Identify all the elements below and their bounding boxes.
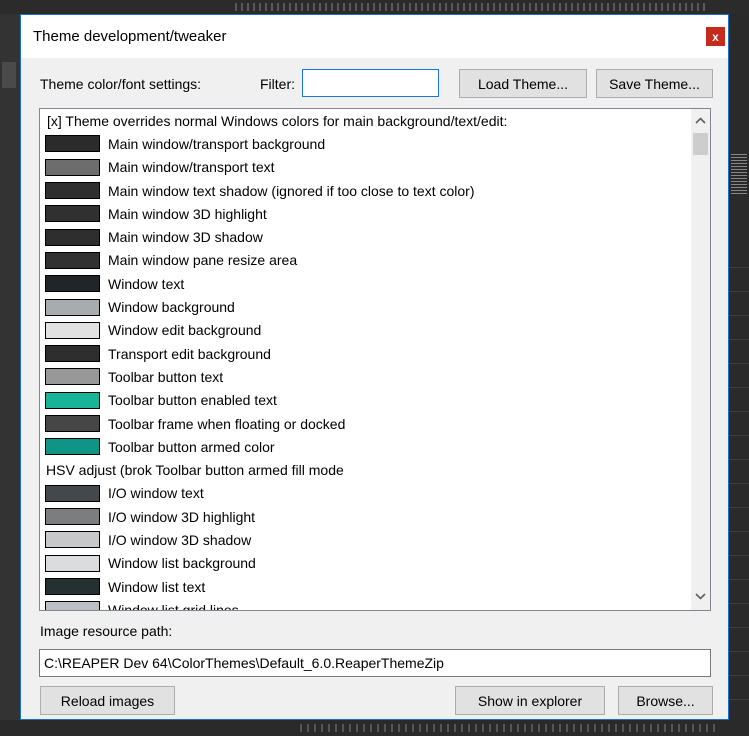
list-item[interactable]: Toolbar button armed color: [40, 435, 691, 458]
color-swatch[interactable]: [45, 345, 100, 363]
list-item[interactable]: Toolbar frame when floating or docked: [40, 412, 691, 435]
theme-color-list[interactable]: [x] Theme overrides normal Windows color…: [39, 108, 711, 611]
list-item-label: Main window 3D shadow: [108, 229, 263, 246]
list-item[interactable]: Main window text shadow (ignored if too …: [40, 179, 691, 202]
filter-input[interactable]: [302, 69, 439, 97]
close-button[interactable]: x: [706, 27, 725, 46]
load-theme-button[interactable]: Load Theme...: [459, 69, 587, 98]
list-item[interactable]: Main window/transport text: [40, 156, 691, 179]
filter-label: Filter:: [260, 76, 295, 92]
list-item-label: Window text: [108, 275, 185, 292]
list-item-label: Main window/transport text: [108, 159, 275, 176]
list-item-label: Toolbar button armed color: [108, 438, 275, 455]
color-swatch[interactable]: [45, 182, 100, 200]
theme-color-list-items: [x] Theme overrides normal Windows color…: [40, 109, 691, 611]
image-path-label: Image resource path:: [40, 623, 173, 639]
color-swatch[interactable]: [45, 251, 100, 269]
list-item[interactable]: HSV adjust (brok Toolbar button armed fi…: [40, 458, 691, 481]
list-item-label: I/O window 3D highlight: [108, 508, 256, 525]
list-item[interactable]: Main window 3D highlight: [40, 202, 691, 225]
save-theme-button[interactable]: Save Theme...: [596, 69, 713, 98]
list-item[interactable]: Main window/transport background: [40, 132, 691, 155]
list-item-label: Toolbar button text: [108, 368, 224, 385]
color-swatch[interactable]: [45, 578, 100, 596]
list-item-label: Main window 3D highlight: [108, 205, 267, 222]
list-item-label: HSV adjust (brok Toolbar button armed fi…: [46, 462, 344, 479]
list-item-label: Window list grid lines: [108, 601, 239, 611]
list-item-label: Window background: [108, 299, 235, 316]
window-title: Theme development/tweaker: [33, 28, 227, 45]
settings-label: Theme color/font settings:: [40, 76, 202, 92]
background-right-panel: [729, 14, 749, 736]
list-item[interactable]: Window text: [40, 272, 691, 295]
color-swatch[interactable]: [45, 368, 100, 386]
chevron-down-icon: [695, 593, 706, 600]
list-item-label: [x] Theme overrides normal Windows color…: [47, 112, 508, 129]
list-item-label: Main window text shadow (ignored if too …: [108, 182, 475, 199]
list-item-label: I/O window text: [108, 485, 204, 502]
color-swatch[interactable]: [45, 135, 100, 153]
chevron-up-icon: [695, 117, 706, 124]
list-item[interactable]: Toolbar button text: [40, 365, 691, 388]
list-item[interactable]: Window list text: [40, 575, 691, 598]
browse-button[interactable]: Browse...: [618, 686, 713, 715]
list-item-label: Main window/transport background: [108, 135, 326, 152]
color-swatch[interactable]: [45, 158, 100, 176]
color-swatch[interactable]: [45, 321, 100, 339]
list-item-label: Toolbar button enabled text: [108, 392, 277, 409]
list-item[interactable]: Main window 3D shadow: [40, 225, 691, 248]
list-item-label: Main window pane resize area: [108, 252, 298, 269]
color-swatch[interactable]: [45, 484, 100, 502]
list-item-label: Toolbar frame when floating or docked: [108, 415, 346, 432]
image-path-input[interactable]: [39, 649, 711, 677]
background-waveform: [731, 154, 747, 194]
list-scrollbar[interactable]: [691, 109, 710, 610]
list-item[interactable]: Window list grid lines: [40, 598, 691, 611]
list-item-label: Transport edit background: [108, 345, 271, 362]
list-item[interactable]: I/O window text: [40, 482, 691, 505]
scroll-thumb[interactable]: [693, 133, 708, 155]
list-item[interactable]: Window background: [40, 295, 691, 318]
color-swatch[interactable]: [45, 554, 100, 572]
show-in-explorer-button[interactable]: Show in explorer: [455, 686, 605, 715]
title-bar[interactable]: Theme development/tweaker x: [21, 15, 728, 58]
color-swatch[interactable]: [45, 601, 100, 610]
list-item-label: Window list background: [108, 555, 256, 572]
list-item[interactable]: Window list background: [40, 552, 691, 575]
scroll-up-arrow[interactable]: [691, 111, 710, 130]
list-item-label: I/O window 3D shadow: [108, 531, 252, 548]
scroll-down-arrow[interactable]: [691, 587, 710, 606]
list-item[interactable]: I/O window 3D shadow: [40, 528, 691, 551]
color-swatch[interactable]: [45, 391, 100, 409]
theme-tweaker-dialog: Theme development/tweaker x Theme color/…: [20, 14, 729, 720]
color-swatch[interactable]: [45, 508, 100, 526]
color-swatch[interactable]: [45, 205, 100, 223]
list-item[interactable]: Main window pane resize area: [40, 249, 691, 272]
list-item[interactable]: I/O window 3D highlight: [40, 505, 691, 528]
color-swatch[interactable]: [45, 531, 100, 549]
background-left-panel: [0, 14, 20, 736]
color-swatch[interactable]: [45, 438, 100, 456]
color-swatch[interactable]: [45, 275, 100, 293]
list-item[interactable]: [x] Theme overrides normal Windows color…: [40, 109, 691, 132]
background-left-nub: [2, 62, 16, 88]
close-icon: x: [712, 29, 719, 44]
list-item-label: Window list text: [108, 578, 206, 595]
list-item[interactable]: Toolbar button enabled text: [40, 389, 691, 412]
list-item[interactable]: Window edit background: [40, 319, 691, 342]
list-item-label: Window edit background: [108, 322, 262, 339]
color-swatch[interactable]: [45, 298, 100, 316]
color-swatch[interactable]: [45, 228, 100, 246]
reload-images-button[interactable]: Reload images: [40, 686, 175, 715]
background-track-strip: [0, 0, 749, 14]
background-bottom-strip: [0, 720, 749, 736]
list-item[interactable]: Transport edit background: [40, 342, 691, 365]
color-swatch[interactable]: [45, 415, 100, 432]
background-grid: [729, 244, 749, 724]
